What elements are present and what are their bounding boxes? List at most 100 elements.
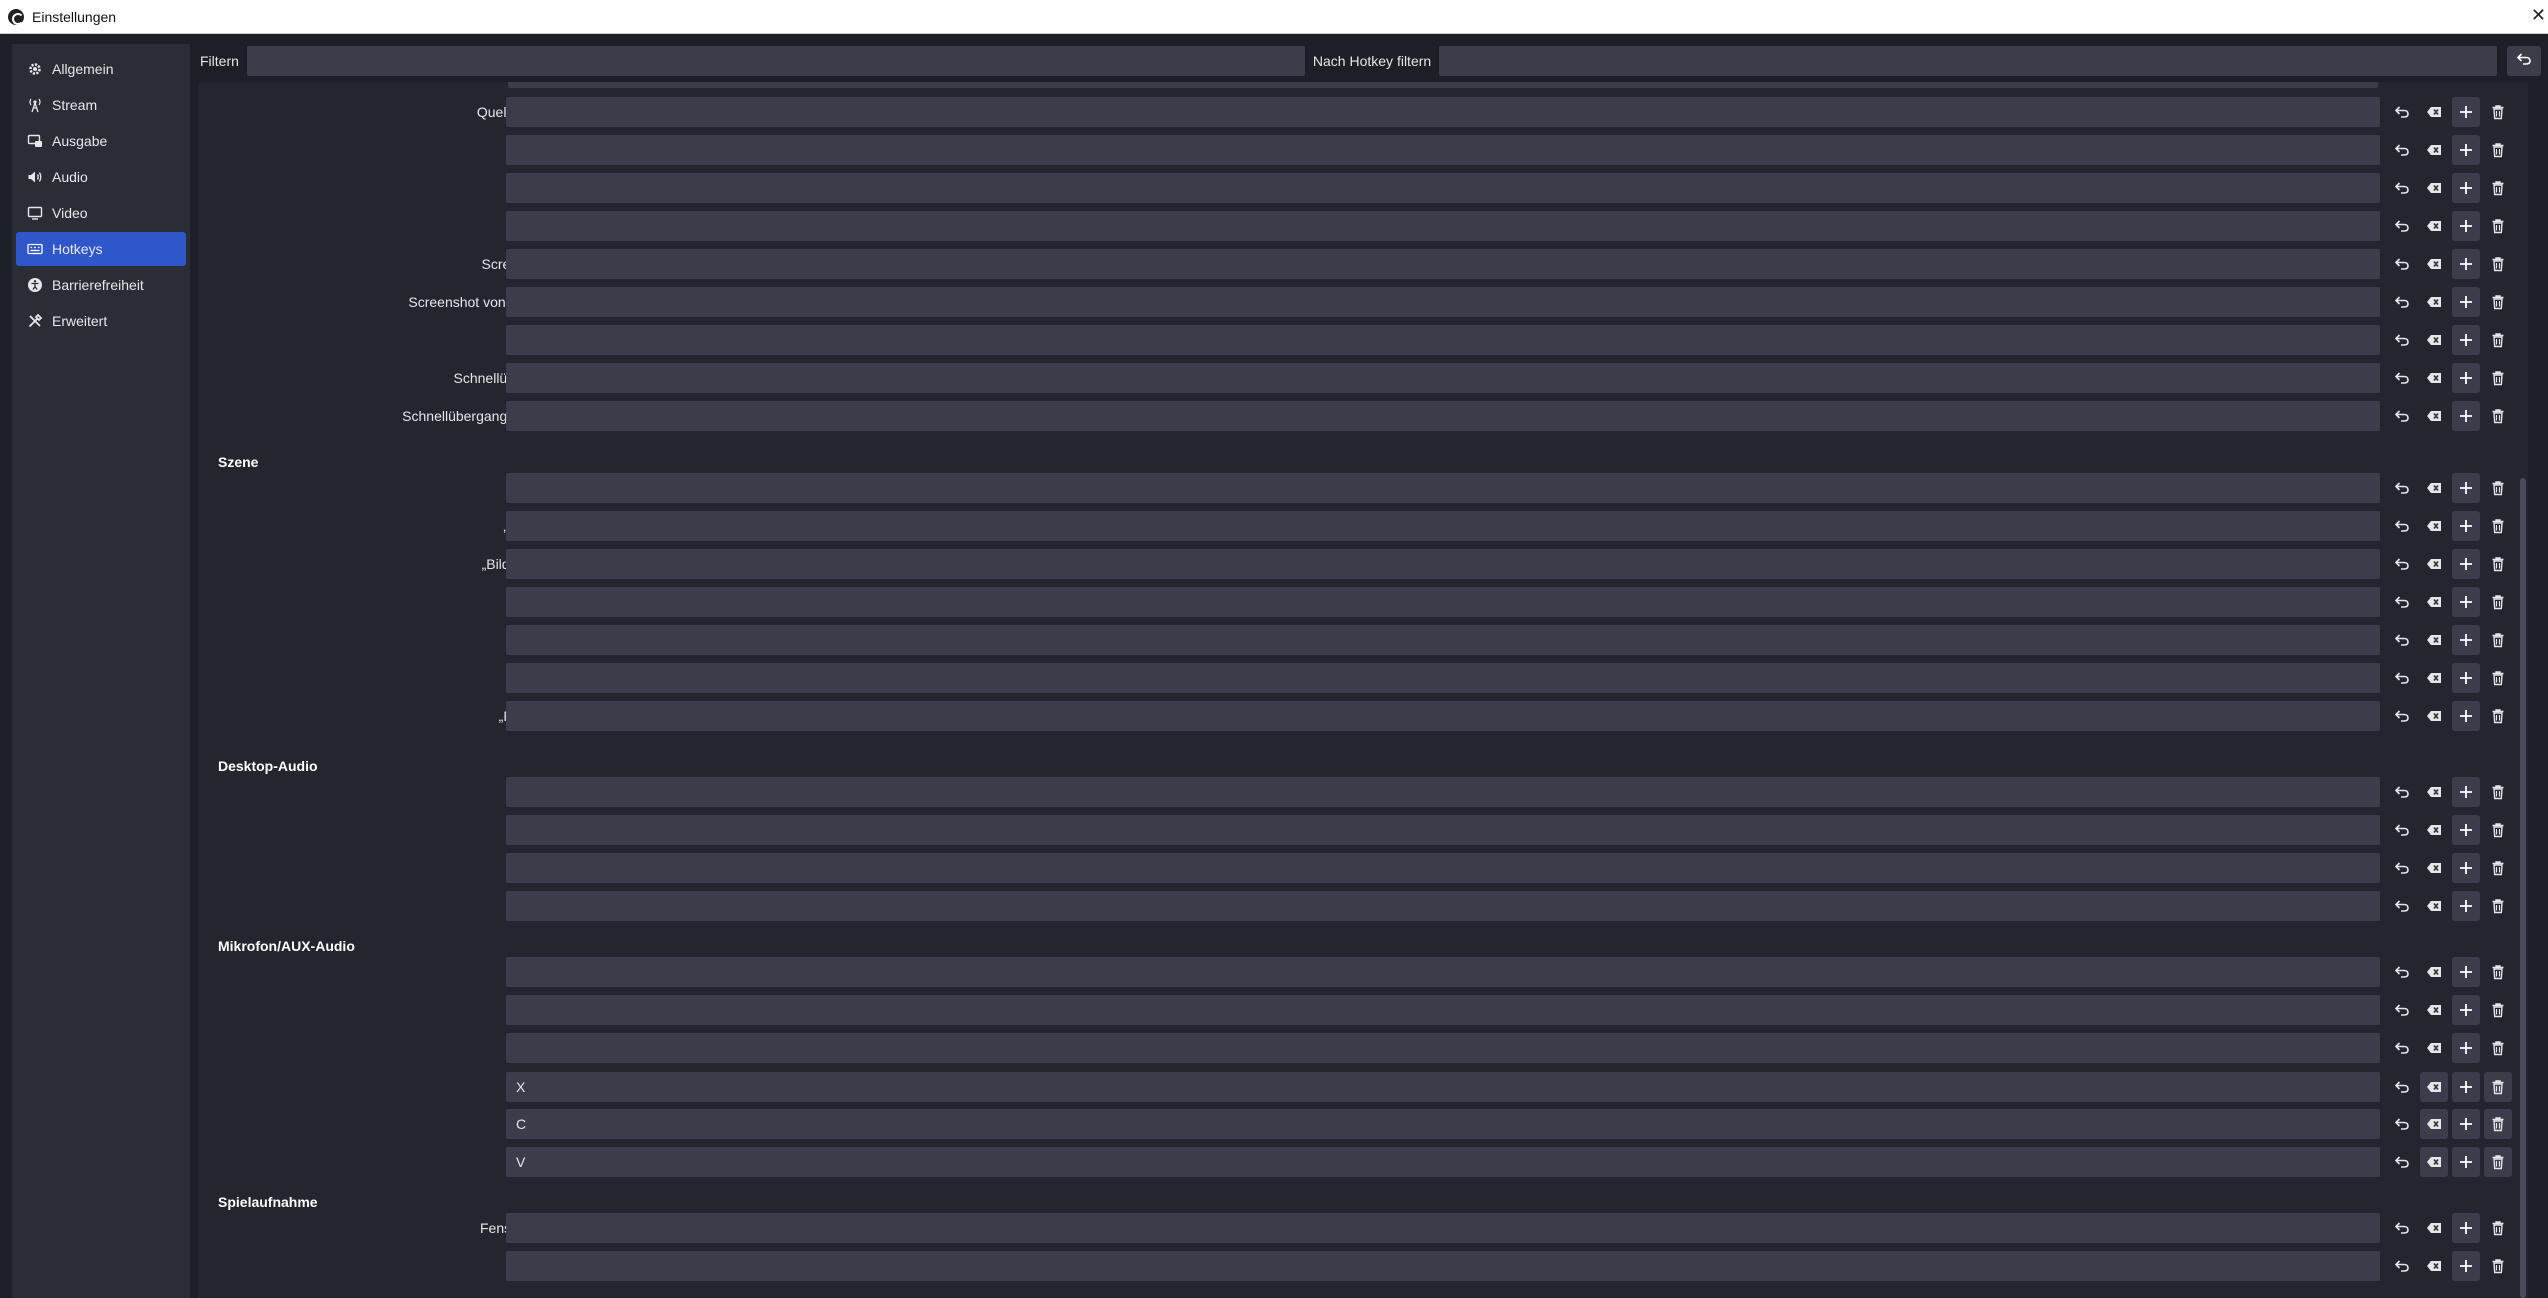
add-button[interactable] [2452, 587, 2480, 617]
clear-button[interactable] [2420, 287, 2448, 317]
hotkey-input[interactable] [506, 663, 2380, 693]
clear-button[interactable] [2420, 1213, 2448, 1243]
hotkey-input[interactable] [506, 473, 2380, 503]
hotkey-input[interactable]: C [506, 1109, 2380, 1139]
revert-button[interactable] [2388, 549, 2416, 579]
add-button[interactable] [2452, 287, 2480, 317]
clear-button[interactable] [2420, 1251, 2448, 1281]
hotkey-input[interactable] [506, 135, 2380, 165]
revert-button[interactable] [2388, 853, 2416, 883]
hotkey-input[interactable] [506, 853, 2380, 883]
add-button[interactable] [2452, 511, 2480, 541]
hotkey-input[interactable] [506, 363, 2380, 393]
clear-button[interactable] [2420, 1033, 2448, 1063]
clear-button[interactable] [2420, 363, 2448, 393]
remove-button[interactable] [2484, 1072, 2512, 1102]
remove-button[interactable] [2484, 173, 2512, 203]
clear-button[interactable] [2420, 815, 2448, 845]
hotkey-input[interactable] [506, 701, 2380, 731]
hotkey-input[interactable] [506, 173, 2380, 203]
remove-button[interactable] [2484, 1109, 2512, 1139]
remove-button[interactable] [2484, 135, 2512, 165]
add-button[interactable] [2452, 995, 2480, 1025]
revert-button[interactable] [2388, 173, 2416, 203]
hotkey-input[interactable] [506, 815, 2380, 845]
revert-button[interactable] [2388, 1213, 2416, 1243]
clear-button[interactable] [2420, 1109, 2448, 1139]
hotkey-filter-input[interactable] [1439, 46, 2498, 76]
add-button[interactable] [2452, 891, 2480, 921]
clear-button[interactable] [2420, 249, 2448, 279]
add-button[interactable] [2452, 957, 2480, 987]
revert-button[interactable] [2388, 995, 2416, 1025]
revert-button[interactable] [2388, 211, 2416, 241]
revert-button[interactable] [2388, 891, 2416, 921]
add-button[interactable] [2452, 173, 2480, 203]
revert-button[interactable] [2388, 701, 2416, 731]
hotkey-input[interactable]: V [506, 1147, 2380, 1177]
remove-button[interactable] [2484, 1033, 2512, 1063]
revert-button[interactable] [2388, 1033, 2416, 1063]
hotkey-input[interactable] [506, 1033, 2380, 1063]
clear-button[interactable] [2420, 663, 2448, 693]
hotkey-input[interactable] [506, 511, 2380, 541]
hotkey-input[interactable] [506, 97, 2380, 127]
sidebar-item-hotkeys[interactable]: Hotkeys [16, 232, 186, 266]
sidebar-item-stream[interactable]: Stream [16, 88, 186, 122]
clear-button[interactable] [2420, 511, 2448, 541]
clear-button[interactable] [2420, 777, 2448, 807]
revert-button[interactable] [2388, 135, 2416, 165]
revert-button[interactable] [2388, 401, 2416, 431]
hotkey-input[interactable] [506, 625, 2380, 655]
add-button[interactable] [2452, 663, 2480, 693]
revert-button[interactable] [2388, 473, 2416, 503]
remove-button[interactable] [2484, 549, 2512, 579]
add-button[interactable] [2452, 1251, 2480, 1281]
revert-button[interactable] [2388, 587, 2416, 617]
add-button[interactable] [2452, 625, 2480, 655]
add-button[interactable] [2452, 777, 2480, 807]
clear-button[interactable] [2420, 625, 2448, 655]
close-icon[interactable]: ✕ [2531, 6, 2546, 24]
clear-button[interactable] [2420, 853, 2448, 883]
revert-button[interactable] [2388, 777, 2416, 807]
hotkey-input[interactable]: X [506, 1072, 2380, 1102]
hotkey-input[interactable] [506, 777, 2380, 807]
clear-button[interactable] [2420, 701, 2448, 731]
sidebar-item-barrierefreiheit[interactable]: Barrierefreiheit [16, 268, 186, 302]
revert-button[interactable] [2388, 957, 2416, 987]
clear-button[interactable] [2420, 995, 2448, 1025]
add-button[interactable] [2452, 549, 2480, 579]
remove-button[interactable] [2484, 1147, 2512, 1177]
add-button[interactable] [2452, 1033, 2480, 1063]
filter-input[interactable] [246, 46, 1305, 76]
revert-button[interactable] [2388, 325, 2416, 355]
add-button[interactable] [2452, 135, 2480, 165]
add-button[interactable] [2452, 1072, 2480, 1102]
sidebar-item-video[interactable]: Video [16, 196, 186, 230]
remove-button[interactable] [2484, 401, 2512, 431]
sidebar-item-allgemein[interactable]: Allgemein [16, 52, 186, 86]
remove-button[interactable] [2484, 995, 2512, 1025]
hotkey-input[interactable] [506, 325, 2380, 355]
clear-button[interactable] [2420, 135, 2448, 165]
add-button[interactable] [2452, 1109, 2480, 1139]
add-button[interactable] [2452, 211, 2480, 241]
clear-button[interactable] [2420, 957, 2448, 987]
clear-button[interactable] [2420, 1147, 2448, 1177]
clear-button[interactable] [2420, 401, 2448, 431]
remove-button[interactable] [2484, 1213, 2512, 1243]
add-button[interactable] [2452, 249, 2480, 279]
revert-button[interactable] [2388, 1147, 2416, 1177]
revert-button[interactable] [2388, 1072, 2416, 1102]
remove-button[interactable] [2484, 1251, 2512, 1281]
remove-button[interactable] [2484, 625, 2512, 655]
remove-button[interactable] [2484, 363, 2512, 393]
remove-button[interactable] [2484, 325, 2512, 355]
remove-button[interactable] [2484, 587, 2512, 617]
add-button[interactable] [2452, 701, 2480, 731]
add-button[interactable] [2452, 363, 2480, 393]
sidebar-item-erweitert[interactable]: Erweitert [16, 304, 186, 338]
remove-button[interactable] [2484, 663, 2512, 693]
hotkey-input[interactable] [506, 1251, 2380, 1281]
